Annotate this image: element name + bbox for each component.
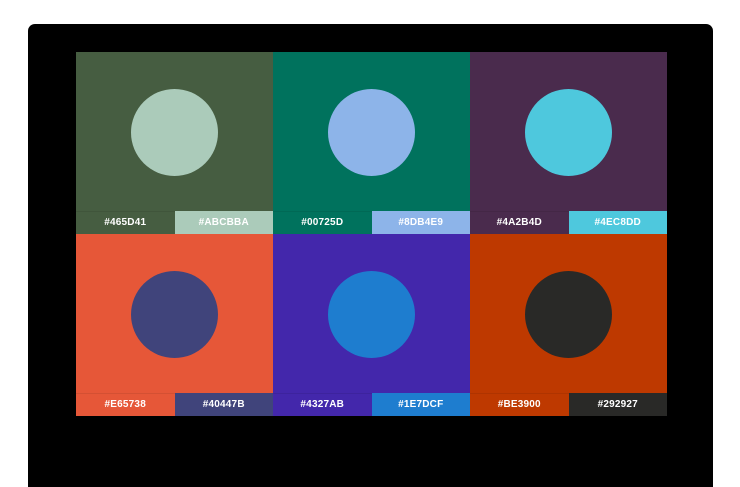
accent-circle bbox=[525, 89, 612, 176]
color-labels: #E65738 #40447B bbox=[76, 393, 273, 416]
swatch-tile[interactable]: #4327AB #1E7DCF bbox=[273, 234, 470, 416]
background-hex-label: #BE3900 bbox=[470, 393, 569, 416]
accent-circle bbox=[328, 89, 415, 176]
accent-hex-label: #292927 bbox=[568, 393, 667, 416]
background-hex-label: #4327AB bbox=[273, 393, 372, 416]
accent-hex-label: #40447B bbox=[174, 393, 273, 416]
color-labels: #465D41 #ABCBBA bbox=[76, 211, 273, 234]
swatch-tile[interactable]: #BE3900 #292927 bbox=[470, 234, 667, 416]
swatch-tile[interactable]: #4A2B4D #4EC8DD bbox=[470, 52, 667, 234]
color-labels: #4327AB #1E7DCF bbox=[273, 393, 470, 416]
accent-circle bbox=[328, 271, 415, 358]
swatch-tile[interactable]: #465D41 #ABCBBA bbox=[76, 52, 273, 234]
accent-circle bbox=[131, 89, 218, 176]
color-labels: #00725D #8DB4E9 bbox=[273, 211, 470, 234]
background-hex-label: #4A2B4D bbox=[470, 211, 569, 234]
accent-hex-label: #8DB4E9 bbox=[371, 211, 470, 234]
accent-circle bbox=[131, 271, 218, 358]
color-labels: #4A2B4D #4EC8DD bbox=[470, 211, 667, 234]
accent-hex-label: #ABCBBA bbox=[174, 211, 273, 234]
background-hex-label: #00725D bbox=[273, 211, 372, 234]
accent-circle bbox=[525, 271, 612, 358]
background-hex-label: #E65738 bbox=[76, 393, 175, 416]
swatch-tile[interactable]: #E65738 #40447B bbox=[76, 234, 273, 416]
background-hex-label: #465D41 bbox=[76, 211, 175, 234]
swatch-tile[interactable]: #00725D #8DB4E9 bbox=[273, 52, 470, 234]
palette-grid: #465D41 #ABCBBA #00725D #8DB4E9 #4A2B4D … bbox=[76, 52, 667, 416]
color-labels: #BE3900 #292927 bbox=[470, 393, 667, 416]
accent-hex-label: #4EC8DD bbox=[568, 211, 667, 234]
accent-hex-label: #1E7DCF bbox=[371, 393, 470, 416]
